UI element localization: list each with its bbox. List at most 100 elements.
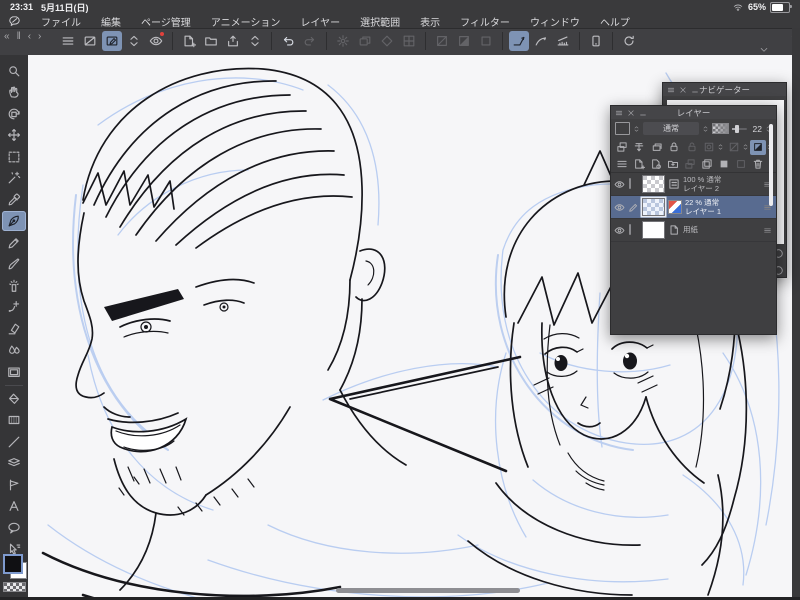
layer-thumbnail[interactable]	[642, 221, 665, 239]
hand-tool[interactable]	[2, 82, 26, 102]
menu-選択範囲[interactable]: 選択範囲	[350, 14, 410, 29]
comic-panel-tool[interactable]	[2, 453, 26, 473]
reset-rotation-icon[interactable]	[619, 31, 639, 51]
merge-down-icon[interactable]	[716, 157, 732, 172]
selection-box-icon[interactable]	[476, 31, 496, 51]
stepper-chevrons-icon[interactable]	[633, 123, 640, 135]
eyedropper-tool[interactable]	[2, 190, 26, 210]
export-icon[interactable]	[223, 31, 243, 51]
frame-border-tool[interactable]	[2, 362, 26, 382]
marker-tool[interactable]	[2, 233, 26, 253]
chevron-left-icon[interactable]: ‹	[26, 31, 33, 42]
main-color-swatch[interactable]	[3, 554, 23, 574]
new-correction-layer-icon[interactable]	[648, 157, 664, 172]
companion-mode-icon[interactable]	[586, 31, 606, 51]
menu-フィルター[interactable]: フィルター	[450, 14, 520, 29]
duplicate-layer-icon[interactable]	[699, 157, 715, 172]
lock-layer-icon[interactable]	[666, 140, 682, 155]
redo-icon[interactable]	[300, 31, 320, 51]
menu-表示[interactable]: 表示	[410, 14, 450, 29]
lock-transparent-icon[interactable]	[684, 140, 700, 155]
menu-編集[interactable]: 編集	[91, 14, 131, 29]
menu-icon[interactable]	[58, 31, 78, 51]
menu-レイヤー[interactable]: レイヤー	[290, 14, 350, 29]
menu-ヘルプ[interactable]: ヘルプ	[590, 14, 640, 29]
minimize-icon[interactable]	[639, 109, 647, 117]
clip-studio-logo[interactable]	[8, 15, 21, 27]
rotate-view-tool[interactable]	[2, 104, 26, 124]
snap-angle-icon[interactable]	[509, 31, 529, 51]
menu-アニメーション[interactable]: アニメーション	[201, 14, 291, 29]
navigator-header[interactable]: ナビゲーター	[663, 83, 786, 96]
invert-selection-icon[interactable]	[454, 31, 474, 51]
close-icon[interactable]	[627, 109, 635, 117]
grid-icon[interactable]	[399, 31, 419, 51]
layer-mask-icon[interactable]	[733, 157, 749, 172]
edit-panel-icon[interactable]	[102, 31, 122, 51]
brush-tool[interactable]	[2, 254, 26, 274]
updown-chevrons-icon[interactable]	[124, 31, 144, 51]
snap-curve-icon[interactable]	[531, 31, 551, 51]
menu-ファイル[interactable]: ファイル	[31, 14, 91, 29]
figure-tool[interactable]	[2, 432, 26, 452]
gradient-tool[interactable]	[2, 410, 26, 430]
collapse-left-icon[interactable]: «	[2, 31, 12, 42]
eraser-tool[interactable]	[2, 319, 26, 339]
reference-layer-icon[interactable]	[649, 140, 665, 155]
layer-scrollbar[interactable]	[769, 124, 773, 206]
chevron-down-icon[interactable]	[758, 45, 770, 55]
balloon-tool[interactable]	[2, 518, 26, 538]
deselect-icon[interactable]	[432, 31, 452, 51]
select-options-icon[interactable]	[333, 31, 353, 51]
menu-icon[interactable]	[615, 109, 623, 117]
screen-split-icon[interactable]	[80, 31, 100, 51]
draft-layer-icon[interactable]	[726, 140, 742, 155]
interface-visibility-icon[interactable]	[146, 31, 166, 51]
panel-menu-icon[interactable]	[614, 157, 630, 172]
layer-row[interactable]: 用紙	[611, 219, 776, 242]
transfer-icon[interactable]	[682, 157, 698, 172]
blend-tool[interactable]	[2, 340, 26, 360]
pen-tool[interactable]	[2, 211, 26, 231]
text-tool[interactable]	[2, 496, 26, 516]
blend-chevrons-icon[interactable]	[702, 123, 709, 135]
open-folder-icon[interactable]	[201, 31, 221, 51]
opacity-slider[interactable]	[732, 124, 747, 133]
minimize-icon[interactable]	[691, 86, 699, 94]
editing-pencil-icon[interactable]	[628, 202, 639, 213]
layer-checkbox[interactable]	[628, 177, 639, 190]
new-page-icon[interactable]	[179, 31, 199, 51]
menu-ページ管理[interactable]: ページ管理	[131, 14, 201, 29]
move-tool[interactable]	[2, 125, 26, 145]
menu-icon[interactable]	[667, 86, 675, 94]
layer-thumbnail[interactable]	[642, 175, 665, 193]
new-layer-icon[interactable]	[631, 157, 647, 172]
layer-row[interactable]: 100 % 通常 レイヤー 2	[611, 173, 776, 196]
undo-icon[interactable]	[278, 31, 298, 51]
transparent-color-swatch[interactable]	[3, 582, 26, 592]
layers-stack-icon[interactable]	[355, 31, 375, 51]
zoom-tool[interactable]	[2, 61, 26, 81]
clip-to-layer-icon[interactable]	[631, 140, 647, 155]
menu-ウィンドウ[interactable]: ウィンドウ	[520, 14, 590, 29]
chevron-right-icon[interactable]: ›	[36, 31, 43, 42]
new-folder-icon[interactable]	[665, 157, 681, 172]
palette-color-icon[interactable]	[615, 122, 630, 135]
snap-ruler-icon[interactable]	[553, 31, 573, 51]
fill-tool[interactable]	[2, 389, 26, 409]
airbrush-tool[interactable]	[2, 276, 26, 296]
layer-panel-header[interactable]: レイヤー	[611, 106, 776, 119]
transfer-down-icon[interactable]	[614, 140, 630, 155]
layer-row[interactable]: 22 % 通常 レイヤー 1	[611, 196, 776, 219]
divider-handle-icon[interactable]: ‖	[15, 31, 23, 42]
decoration-tool[interactable]	[2, 297, 26, 317]
updown-chevrons-icon[interactable]	[245, 31, 265, 51]
close-icon[interactable]	[679, 86, 687, 94]
delete-layer-icon[interactable]	[750, 157, 766, 172]
layer-checkbox[interactable]	[628, 223, 639, 236]
ruler-tool[interactable]	[2, 475, 26, 495]
layer-thumbnail[interactable]	[642, 198, 665, 216]
selection-tool[interactable]	[2, 147, 26, 167]
blend-mode-select[interactable]: 通常	[643, 122, 699, 135]
diamond-select-icon[interactable]	[377, 31, 397, 51]
